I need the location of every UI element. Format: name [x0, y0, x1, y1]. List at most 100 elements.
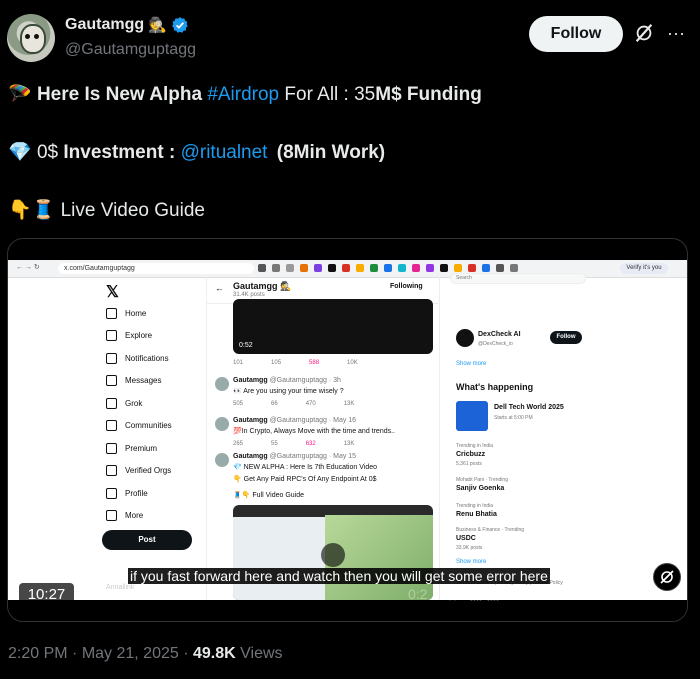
video-caption: if you fast forward here and watch then … — [128, 568, 550, 584]
trend-context: Trending in India — [456, 443, 494, 449]
event-title: Dell Tech World 2025 — [494, 404, 564, 411]
play-icon — [321, 543, 345, 567]
x-embedded-video: 0:52 — [233, 299, 433, 354]
tweet-text: Live Video Guide — [60, 200, 205, 221]
pointing-thread-emoji-icon: 👇🧵 — [8, 200, 56, 221]
trend-name: Cricbuzz — [456, 451, 486, 458]
grok-icon — [660, 570, 674, 584]
video-player[interactable]: ← → ↻ x.com/Gautamguptagg Verify it's yo… — [7, 238, 688, 622]
dexcheck-handle: @DexCheck_io — [478, 341, 513, 347]
trend-context: Business & Finance · Trending — [456, 527, 525, 533]
tweet-date[interactable]: May 21, 2025 — [82, 645, 179, 662]
x-post-author: Gautamgg @Gautamguptagg · 3h — [233, 377, 341, 384]
event-sub: Starts at 5:00 PM — [494, 415, 533, 421]
nav-item: Communities — [106, 418, 172, 432]
nav-item: Grok — [106, 396, 142, 410]
x-small-user: Annallink — [106, 584, 135, 591]
diamond-emoji-icon: 💎 — [8, 142, 32, 163]
x-post-text: 👀 Are you using your time wisely ? — [233, 388, 344, 395]
expand-video-button[interactable] — [653, 563, 681, 591]
tweet-time[interactable]: 2:20 PM — [8, 645, 68, 662]
browser-url: x.com/Gautamguptagg — [58, 263, 254, 274]
trend-name: Renu Bhatia — [456, 511, 497, 518]
x-post-text: 💯In Crypto, Always Move with the time an… — [233, 428, 396, 435]
tweet-text: For All : 35 — [284, 84, 376, 105]
whats-happening-title: What's happening — [456, 382, 534, 392]
trend-name: USDC — [456, 535, 476, 542]
nav-item: Notifications — [106, 351, 169, 365]
nav-item: More — [106, 508, 143, 522]
browser-extensions — [258, 264, 518, 273]
trend-posts: 5,361 posts — [456, 461, 482, 467]
tweet-text: 0$ — [36, 142, 59, 163]
dexcheck-avatar — [456, 329, 474, 347]
views-label: Views — [240, 645, 283, 662]
tweet-meta: 2:20 PM · May 21, 2025 · 49.8K Views — [8, 645, 283, 662]
video-duration: 10:27 — [19, 583, 74, 607]
nav-item: Premium — [106, 441, 157, 455]
views-count: 49.8K — [192, 645, 236, 662]
trend-posts: 33.9K posts — [456, 545, 483, 551]
avatar-eye — [34, 34, 39, 39]
tweet-header: Gautamgg 🕵️ @Gautamguptagg Follow ··· — [0, 0, 700, 70]
verify-pill: Verify it's you — [620, 263, 668, 274]
x-post-text: 🧵👇 Full Video Guide — [233, 492, 305, 499]
more-icon[interactable]: ··· — [665, 22, 687, 44]
x-post-video-thumb — [233, 505, 433, 600]
nav-item: Messages — [106, 373, 161, 387]
dexcheck-follow: Follow — [550, 331, 582, 344]
x-profile-title: Gautamgg 🕵️ — [233, 281, 292, 291]
browser-nav-icons: ← → ↻ — [16, 264, 40, 271]
x-show-more: Show more — [456, 361, 487, 367]
grok-icon[interactable] — [633, 22, 655, 44]
x-post-text: 💎 NEW ALPHA : Here Is 7th Education Vide… — [233, 464, 377, 471]
event-thumb — [456, 401, 488, 431]
x-timeline: ← Gautamgg 🕵️ 31.4K posts Following 0:52… — [206, 277, 440, 600]
follow-button[interactable]: Follow — [529, 16, 623, 52]
x-show-more: Show more — [456, 559, 487, 565]
avatar-eye — [25, 34, 30, 39]
x-profile-subtitle: 31.4K posts — [233, 292, 265, 298]
trend-context: Trending in India — [456, 503, 494, 509]
user-handle[interactable]: @Gautamguptagg — [65, 41, 196, 59]
verified-badge-icon — [171, 17, 188, 33]
x-post-stats: 505 66 470 13K — [233, 401, 355, 407]
tweet-text: Here Is New Alpha — [36, 84, 203, 105]
x-post-text: 👇 Get Any Paid RPC's Of Any Endpoint At … — [233, 476, 377, 483]
trend-name: Sanjiv Goenka — [456, 485, 505, 492]
x-logo-icon: 𝕏 — [106, 284, 119, 301]
avatar-face — [20, 24, 46, 54]
x-post-stats: 265 55 632 13K — [233, 441, 355, 447]
back-arrow-icon: ← — [215, 283, 224, 293]
trend-context: Mohabt Pani · Trending — [456, 477, 508, 483]
nav-item: Explore — [106, 328, 152, 342]
nav-item: Home — [106, 306, 146, 320]
x-search-placeholder: Search — [456, 275, 472, 281]
parachute-emoji-icon: 🪂 — [8, 84, 32, 105]
mention-link[interactable]: @ritualnet — [181, 142, 268, 163]
thumb-panel — [233, 517, 325, 600]
x-embedded-video-time: 0:52 — [239, 342, 253, 349]
x-post-button: Post — [102, 530, 192, 550]
x-following-label: Following — [390, 283, 423, 290]
x-post-author: Gautamgg @Gautamguptagg · May 16 — [233, 417, 357, 424]
x-post-avatar — [215, 417, 229, 431]
video-control-strip — [8, 600, 687, 621]
nav-item: Profile — [106, 486, 148, 500]
tweet-line-1: 🪂 Here Is New Alpha #Airdrop For All : 3… — [8, 82, 482, 106]
nav-item: Verified Orgs — [106, 463, 171, 477]
name-row: Gautamgg 🕵️ — [65, 16, 189, 34]
avatar[interactable] — [7, 14, 55, 62]
hashtag-link[interactable]: #Airdrop — [207, 84, 279, 105]
x-post-stats: 101 105 588 10K — [233, 360, 358, 366]
tweet-text: (8Min Work) — [276, 142, 386, 163]
tweet-text: Investment : — [63, 142, 176, 163]
video-faded-controls: 0:2 · ◁ ▷ ⬚ ⬚ — [408, 586, 500, 602]
detective-emoji-icon: 🕵️ — [148, 17, 167, 34]
x-post-author: Gautamgg @Gautamguptagg · May 15 — [233, 453, 357, 460]
tweet-line-2: 💎 0$ Investment : @ritualnet (8Min Work) — [8, 140, 385, 164]
tweet-text: M$ Funding — [375, 84, 482, 105]
x-right-sidebar: Search DexCheck AI @DexCheck_io Follow S… — [448, 273, 598, 600]
display-name[interactable]: Gautamgg — [65, 16, 144, 34]
tweet-line-3: 👇🧵 Live Video Guide — [8, 198, 205, 222]
